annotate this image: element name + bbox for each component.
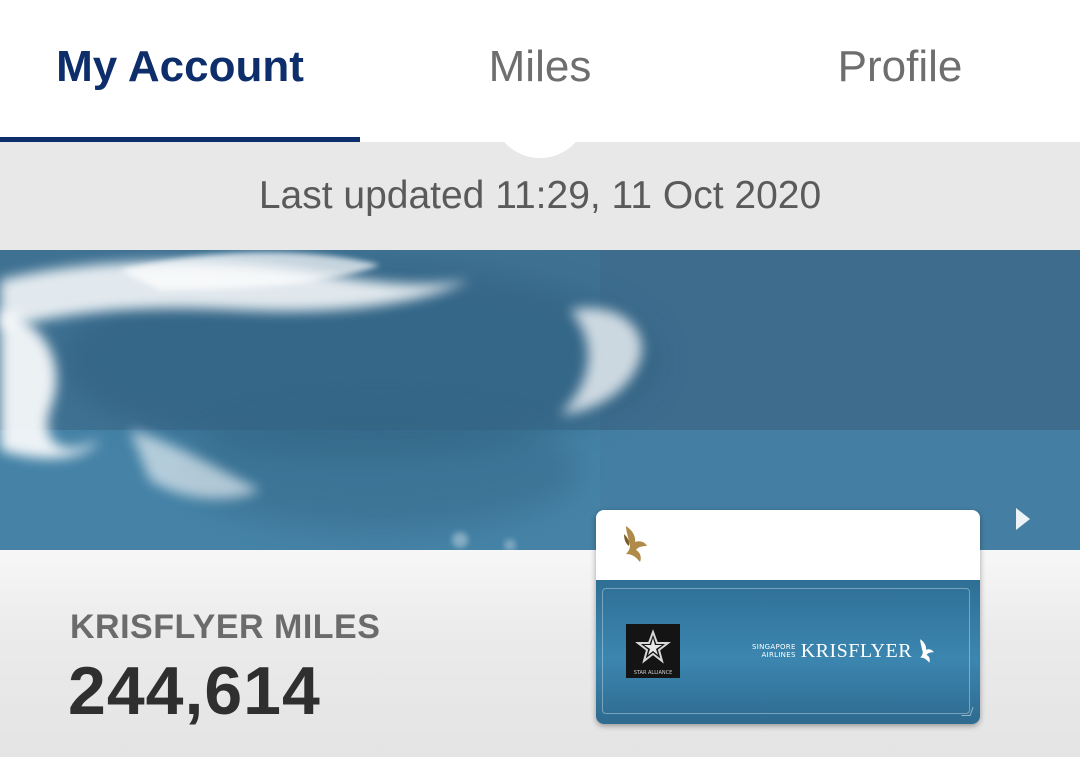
singapore-airlines-bird-icon <box>624 526 647 562</box>
tab-label: My Account <box>56 42 304 91</box>
miles-balance: 244,614 <box>68 653 321 729</box>
app-screen: My Account Miles Profile Last updated 11… <box>0 0 1080 757</box>
last-updated-label: Last updated 11:29, 11 Oct 2020 <box>258 174 822 217</box>
star-alliance-caption: STAR ALLIANCE <box>633 670 673 676</box>
krisflyer-wordmark: KRISFLYER <box>800 639 913 662</box>
star-alliance-logo-icon: STAR ALLIANCE <box>626 624 680 678</box>
tab-profile[interactable]: Profile <box>720 0 1080 142</box>
carousel-next-arrow-icon[interactable] <box>1016 508 1030 530</box>
card-header <box>596 510 980 580</box>
singapore-airlines-wordmark: SINGAPORE AIRLINES <box>752 643 796 659</box>
card-corner-mark <box>961 707 974 716</box>
tab-my-account[interactable]: My Account <box>0 0 360 142</box>
tab-label: Profile <box>837 42 963 91</box>
card-body: STAR ALLIANCE SINGAPORE AIRLINES KRISFLYE… <box>596 580 980 724</box>
last-updated-text: Last updated 11:29, 11 Oct 2020 <box>0 142 1080 250</box>
krisflyer-logo: SINGAPORE AIRLINES KRISFLYER <box>752 638 936 664</box>
membership-card[interactable]: STAR ALLIANCE SINGAPORE AIRLINES KRISFLYE… <box>596 510 980 724</box>
miles-label: KRISFLYER MILES <box>70 608 381 646</box>
tab-label: Miles <box>488 42 592 91</box>
cloud-artwork <box>0 250 1080 550</box>
hero-banner-image <box>0 250 1080 550</box>
krisflyer-bird-icon <box>920 639 934 663</box>
